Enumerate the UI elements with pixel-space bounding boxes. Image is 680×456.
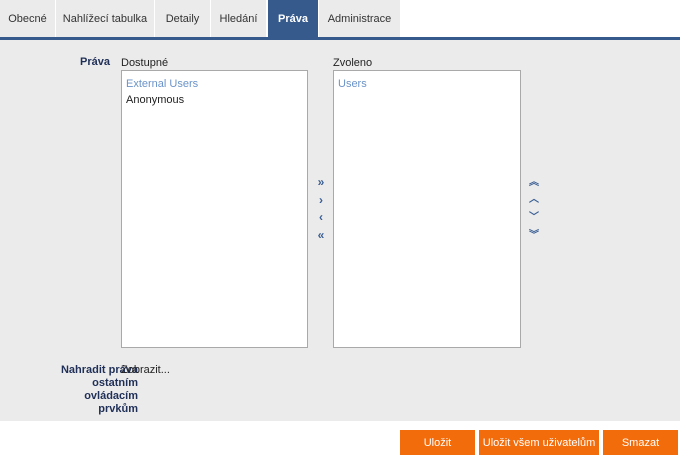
save-all-users-button[interactable]: Uložit všem uživatelům bbox=[479, 430, 599, 455]
selected-caption: Zvoleno bbox=[333, 57, 373, 69]
tab-obecne[interactable]: Obecné bbox=[0, 0, 56, 37]
replace-rights-label-line: prvkům bbox=[98, 403, 138, 415]
move-down-icon[interactable]: ﹀ bbox=[526, 211, 542, 225]
replace-rights-label-line: ostatním bbox=[92, 377, 138, 389]
delete-button[interactable]: Smazat bbox=[603, 430, 678, 455]
move-all-right-icon[interactable]: » bbox=[313, 175, 329, 189]
tab-nahlizeci-tabulka[interactable]: Nahlížecí tabulka bbox=[56, 0, 155, 37]
available-caption: Dostupné bbox=[121, 57, 169, 69]
rights-label: Práva bbox=[80, 56, 110, 68]
list-item[interactable]: Users bbox=[334, 76, 520, 92]
tab-prava[interactable]: Práva bbox=[268, 0, 319, 37]
tab-administrace[interactable]: Administrace bbox=[319, 0, 401, 37]
tab-bar: Obecné Nahlížecí tabulka Detaily Hledání… bbox=[0, 0, 680, 40]
list-item[interactable]: Anonymous bbox=[122, 92, 307, 108]
tab-detaily[interactable]: Detaily bbox=[155, 0, 211, 37]
move-up-icon[interactable]: ︿ bbox=[526, 193, 542, 207]
show-replace-link[interactable]: Zobrazit... bbox=[121, 364, 170, 376]
move-left-icon[interactable]: ‹ bbox=[313, 210, 329, 224]
move-top-icon[interactable]: ︽ bbox=[526, 176, 542, 190]
selected-list[interactable]: Users bbox=[333, 70, 521, 348]
move-bottom-icon[interactable]: ︾ bbox=[526, 229, 542, 243]
move-all-left-icon[interactable]: « bbox=[313, 228, 329, 242]
list-item[interactable]: External Users bbox=[122, 76, 307, 92]
move-right-icon[interactable]: › bbox=[313, 193, 329, 207]
replace-rights-label-line: ovládacím bbox=[84, 390, 138, 402]
tab-hledani[interactable]: Hledání bbox=[211, 0, 267, 37]
save-button[interactable]: Uložit bbox=[400, 430, 475, 455]
available-list[interactable]: External Users Anonymous bbox=[121, 70, 308, 348]
